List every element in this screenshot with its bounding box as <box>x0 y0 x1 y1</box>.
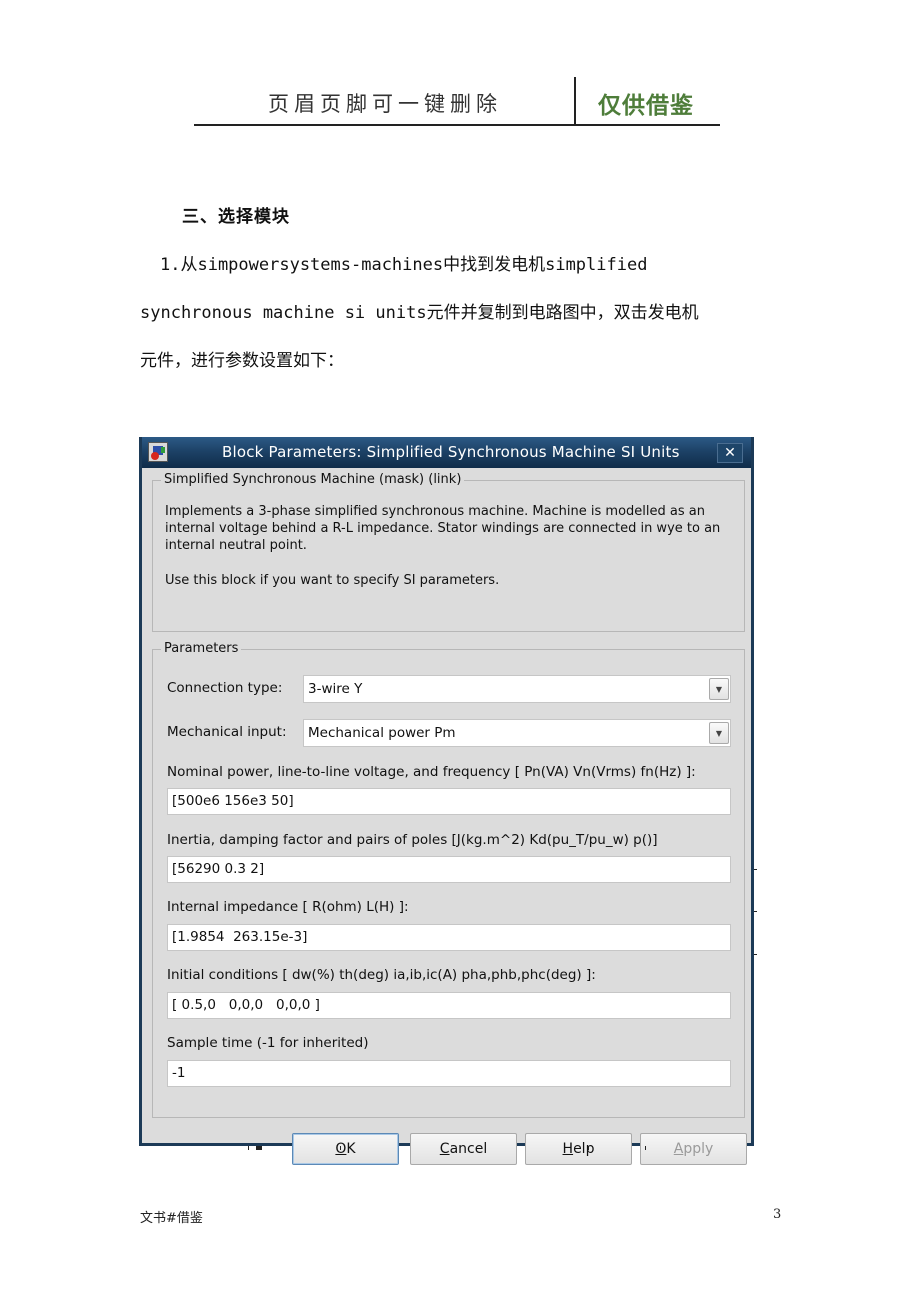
mask-note: Use this block if you want to specify SI… <box>165 573 500 588</box>
apply-mnemonic: A <box>673 1141 684 1157</box>
chevron-down-icon[interactable]: ▼ <box>709 678 729 700</box>
header-divider-vertical <box>574 77 576 126</box>
inertia-params-label: Inertia, damping factor and pairs of pol… <box>167 832 658 848</box>
chevron-down-icon[interactable]: ▼ <box>709 722 729 744</box>
dialog-title: Block Parameters: Simplified Synchronous… <box>222 443 680 461</box>
mask-description: Implements a 3-phase simplified synchron… <box>165 504 721 553</box>
page-header-right-text: 仅供借鉴 <box>598 93 694 119</box>
connection-type-value: 3-wire Y <box>308 681 363 697</box>
page-footer-left: 文书#借鉴 <box>140 1211 203 1226</box>
mechanical-input-select[interactable]: Mechanical power Pm ▼ <box>303 719 731 747</box>
page-number: 3 <box>773 1207 782 1222</box>
close-icon: ✕ <box>724 445 736 461</box>
paragraph-line: synchronous machine si units元件并复制到电路图中，双… <box>140 303 699 323</box>
help-label-rest: elp <box>573 1141 595 1157</box>
nominal-params-label: Nominal power, line-to-line voltage, and… <box>167 764 696 780</box>
dialog-titlebar[interactable]: Block Parameters: Simplified Synchronous… <box>142 437 751 468</box>
sample-time-input[interactable]: -1 <box>167 1060 731 1087</box>
sample-time-label: Sample time (-1 for inherited) <box>167 1035 369 1051</box>
help-button[interactable]: Help <box>525 1133 632 1165</box>
mechanical-input-label: Mechanical input: <box>167 724 287 740</box>
figure-mark <box>754 869 757 870</box>
apply-button[interactable]: Apply <box>640 1133 747 1165</box>
figure-mark <box>588 1146 589 1150</box>
figure-mark <box>754 911 757 912</box>
internal-impedance-label: Internal impedance [ R(ohm) L(H) ]: <box>167 899 409 915</box>
dialog-client-area: Simplified Synchronous Machine (mask) (l… <box>142 468 751 1165</box>
apply-label-rest: pply <box>683 1141 714 1157</box>
cancel-button[interactable]: Cancel <box>410 1133 517 1165</box>
ok-button[interactable]: OK <box>292 1133 399 1165</box>
help-mnemonic: H <box>562 1141 574 1157</box>
initial-conditions-label: Initial conditions [ dw(%) th(deg) ia,ib… <box>167 967 596 983</box>
figure-mark <box>256 1146 262 1150</box>
figure-mark <box>645 1146 646 1150</box>
parameters-group: Parameters Connection type: 3-wire Y ▼ M… <box>152 641 745 1118</box>
figure-mark <box>754 954 757 955</box>
inertia-params-input[interactable]: [56290 0.3 2] <box>167 856 731 883</box>
block-parameters-dialog: Block Parameters: Simplified Synchronous… <box>139 437 754 1165</box>
parameters-group-label: Parameters <box>161 641 242 656</box>
mask-group-label: Simplified Synchronous Machine (mask) (l… <box>161 472 465 487</box>
mask-description-group: Simplified Synchronous Machine (mask) (l… <box>152 472 745 632</box>
mechanical-input-value: Mechanical power Pm <box>308 725 456 741</box>
connection-type-label: Connection type: <box>167 680 283 696</box>
figure-mark <box>340 1146 341 1150</box>
connection-type-select[interactable]: 3-wire Y ▼ <box>303 675 731 703</box>
cancel-label-rest: ancel <box>449 1141 488 1157</box>
initial-conditions-input[interactable]: [ 0.5,0 0,0,0 0,0,0 ] <box>167 992 731 1019</box>
figure-mark <box>248 1146 249 1150</box>
section-title: 三、选择模块 <box>182 207 290 227</box>
paragraph-line: 1.从simpowersystems-machines中找到发电机simplif… <box>160 255 648 275</box>
paragraph-line: 元件，进行参数设置如下： <box>140 351 344 371</box>
simulink-block-icon <box>148 442 168 462</box>
ok-label-rest: K <box>346 1141 356 1157</box>
close-button[interactable]: ✕ <box>717 443 743 463</box>
header-rule <box>194 124 720 126</box>
cancel-mnemonic: C <box>439 1141 450 1157</box>
internal-impedance-input[interactable]: [1.9854 263.15e-3] <box>167 924 731 951</box>
page-header-left-text: 页眉页脚可一键删除 <box>268 92 502 116</box>
nominal-params-input[interactable]: [500e6 156e3 50] <box>167 788 731 815</box>
